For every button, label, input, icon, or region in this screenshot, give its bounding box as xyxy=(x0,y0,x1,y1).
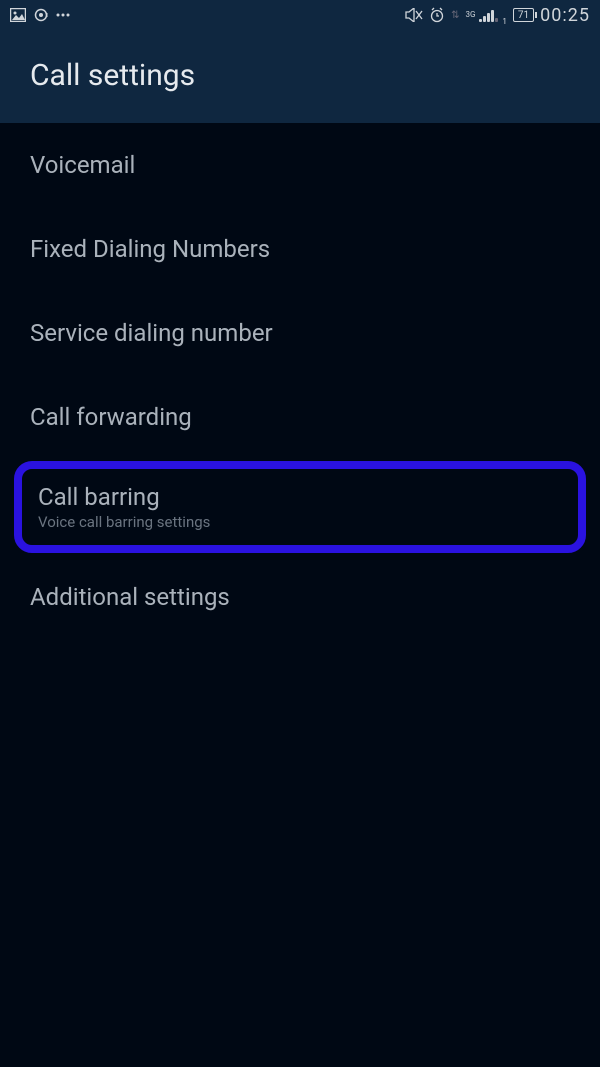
battery-icon: 71 xyxy=(513,8,534,22)
settings-item-title: Call forwarding xyxy=(30,403,570,431)
dot-notification-icon xyxy=(34,8,48,22)
page-title: Call settings xyxy=(30,58,570,93)
network-type-label: 3G xyxy=(465,11,475,19)
settings-item-title: Voicemail xyxy=(30,151,570,179)
signal-icon xyxy=(479,8,498,22)
sim-slot-label: 1 xyxy=(502,17,507,26)
settings-item-additional[interactable]: Additional settings xyxy=(0,555,600,639)
settings-item-subtitle: Voice call barring settings xyxy=(38,513,562,531)
settings-list: Voicemail Fixed Dialing Numbers Service … xyxy=(0,123,600,639)
picture-icon xyxy=(10,8,26,22)
settings-item-title: Service dialing number xyxy=(30,319,570,347)
status-left xyxy=(10,8,70,22)
status-right: ⇅ 3G 1 71 00:25 xyxy=(405,5,590,26)
settings-item-fixed-dialing[interactable]: Fixed Dialing Numbers xyxy=(0,207,600,291)
data-arrows-icon: ⇅ xyxy=(451,10,459,21)
settings-item-call-barring[interactable]: Call barring Voice call barring settings xyxy=(14,461,586,553)
settings-item-call-forwarding[interactable]: Call forwarding xyxy=(0,375,600,459)
battery-level-text: 71 xyxy=(518,10,529,21)
settings-item-title: Fixed Dialing Numbers xyxy=(30,235,570,263)
more-dots-icon xyxy=(56,12,70,18)
clock-text: 00:25 xyxy=(540,5,590,26)
settings-item-title: Additional settings xyxy=(30,583,570,611)
status-bar: ⇅ 3G 1 71 00:25 xyxy=(0,0,600,30)
settings-item-voicemail[interactable]: Voicemail xyxy=(0,123,600,207)
app-header: Call settings xyxy=(0,30,600,123)
volume-mute-icon xyxy=(405,8,423,22)
alarm-icon xyxy=(429,7,445,23)
settings-item-title: Call barring xyxy=(38,483,562,511)
settings-item-service-dialing[interactable]: Service dialing number xyxy=(0,291,600,375)
highlight-frame: Call barring Voice call barring settings xyxy=(14,461,586,553)
